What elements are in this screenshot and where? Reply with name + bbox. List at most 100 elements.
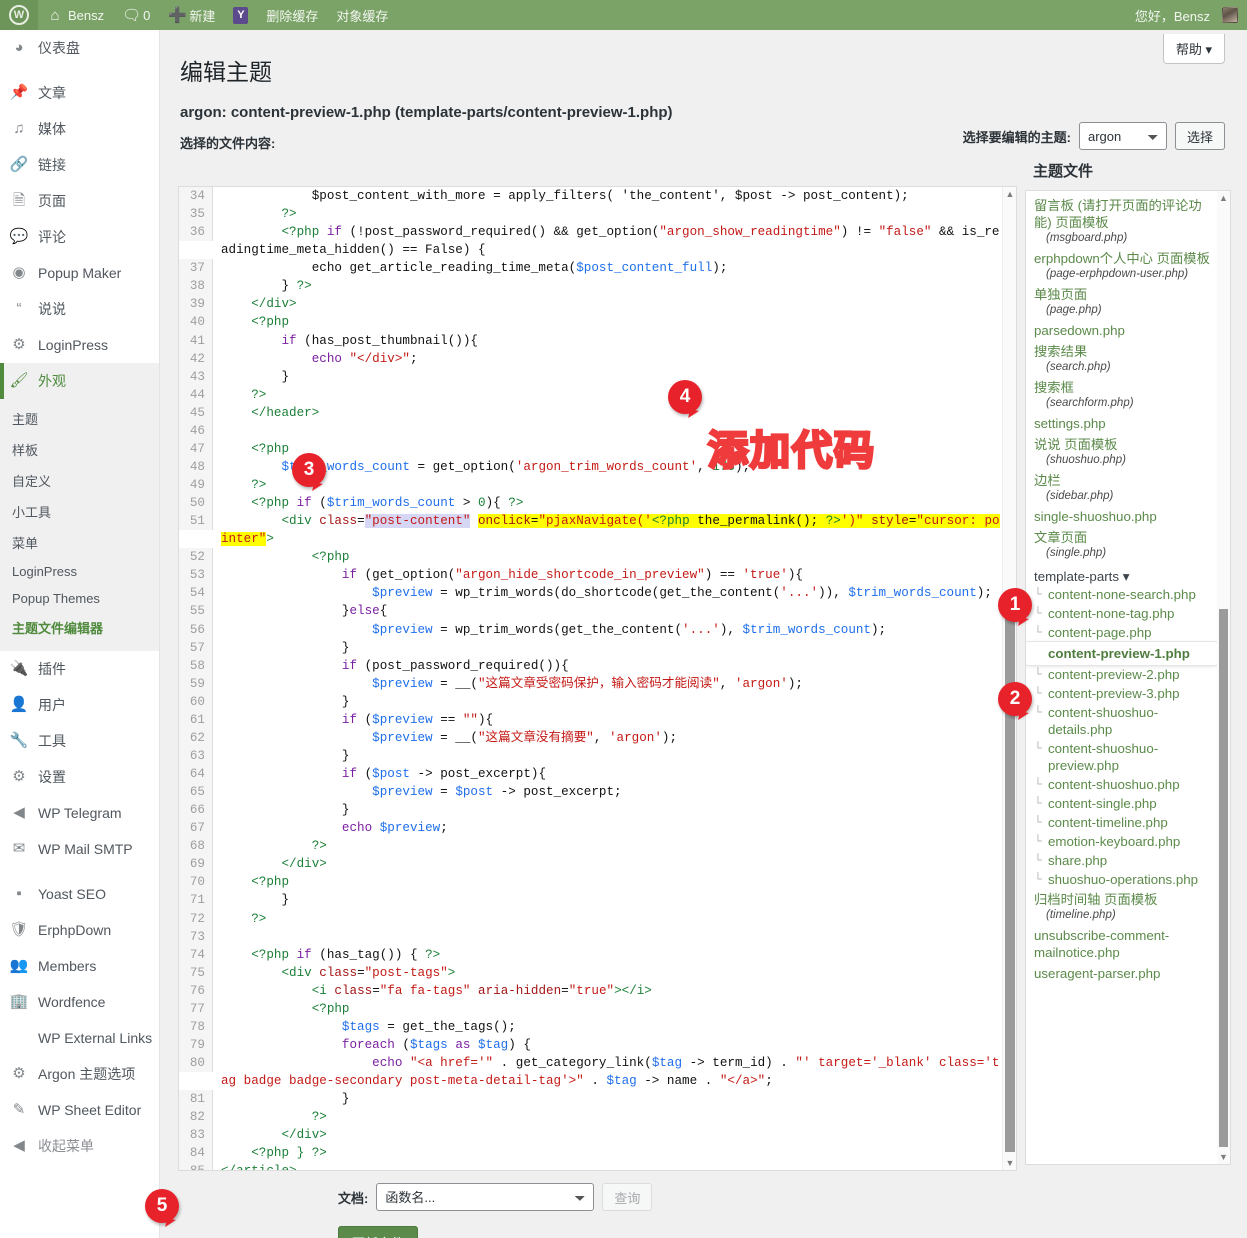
code-line-text[interactable]: ?> bbox=[213, 205, 1002, 223]
lookup-button[interactable]: 查询 bbox=[602, 1183, 652, 1211]
theme-file-name[interactable]: content-none-tag.php bbox=[1048, 605, 1174, 622]
sidebar-item-erphpdown[interactable]: 🛡 ErphpDown bbox=[0, 912, 159, 948]
theme-file-entry[interactable]: 单独页面(page.php) bbox=[1026, 284, 1217, 320]
sidebar-item-wp-sheet-editor[interactable]: ✎ WP Sheet Editor bbox=[0, 1092, 159, 1128]
new-content-menu[interactable]: ➕ 新建 bbox=[159, 0, 224, 30]
sidebar-item-links[interactable]: 🔗 链接 bbox=[0, 147, 159, 183]
my-account-menu[interactable]: 您好，Bensz bbox=[1126, 0, 1247, 30]
theme-file-name[interactable]: content-preview-1.php bbox=[1048, 645, 1190, 662]
update-file-button[interactable]: 更新文件 bbox=[338, 1226, 418, 1238]
code-line-text[interactable]: if (get_option("argon_hide_shortcode_in_… bbox=[213, 566, 1002, 584]
sidebar-item-argon-theme-options[interactable]: ⚙ Argon 主题选项 bbox=[0, 1056, 159, 1092]
theme-file-name[interactable]: settings.php bbox=[1034, 415, 1211, 432]
sidebar-item-yoast-seo[interactable]: ▪ Yoast SEO bbox=[0, 876, 159, 912]
theme-file-name[interactable]: content-timeline.php bbox=[1048, 814, 1168, 831]
sidebar-item-plugins[interactable]: 🔌 插件 bbox=[0, 651, 159, 687]
sidebar-item-pages[interactable]: 🗎 页面 bbox=[0, 183, 159, 219]
yoast-seo-menu[interactable]: Y bbox=[224, 0, 257, 30]
theme-file-child[interactable]: └content-none-tag.php bbox=[1026, 604, 1217, 623]
sidebar-item-popup-maker[interactable]: ◉ Popup Maker bbox=[0, 255, 159, 291]
code-line-text[interactable]: $preview = __("这篇文章受密码保护，输入密码才能阅读", 'arg… bbox=[213, 675, 1002, 693]
theme-file-child[interactable]: └content-page.php bbox=[1026, 623, 1217, 642]
help-tab-button[interactable]: 帮助 ▾ bbox=[1163, 34, 1225, 64]
code-line-text[interactable]: ?> bbox=[213, 1108, 1002, 1126]
theme-file-name[interactable]: 留言板 (请打开页面的评论功能) 页面模板 bbox=[1034, 197, 1211, 231]
code-line-text[interactable]: }else{ bbox=[213, 602, 1002, 620]
theme-file-child[interactable]: └share.php bbox=[1026, 851, 1217, 870]
sidebar-item-tools[interactable]: 🔧 工具 bbox=[0, 723, 159, 759]
theme-file-entry[interactable]: 边栏(sidebar.php) bbox=[1026, 470, 1217, 506]
scroll-down-arrow-icon[interactable]: ▼ bbox=[1003, 1156, 1017, 1170]
theme-file-child[interactable]: └content-none-search.php bbox=[1026, 585, 1217, 604]
wp-logo-menu[interactable] bbox=[0, 0, 38, 30]
collapse-menu-button[interactable]: ◀ 收起菜单 bbox=[0, 1128, 159, 1164]
theme-file-child[interactable]: └content-shuoshuo.php bbox=[1026, 775, 1217, 794]
code-line-text[interactable]: echo get_article_reading_time_meta($post… bbox=[213, 259, 1002, 277]
theme-file-name[interactable]: content-none-search.php bbox=[1048, 586, 1196, 603]
sidebar-item-comments[interactable]: 💬 评论 bbox=[0, 219, 159, 255]
theme-file-entry[interactable]: 搜索框(searchform.php) bbox=[1026, 377, 1217, 413]
theme-file-name[interactable]: content-shuoshuo-details.php bbox=[1048, 704, 1211, 738]
theme-file-name[interactable]: single-shuoshuo.php bbox=[1034, 508, 1211, 525]
theme-file-name[interactable]: content-page.php bbox=[1048, 624, 1152, 641]
site-name-menu[interactable]: ⌂ Bensz bbox=[38, 0, 113, 30]
scroll-up-arrow-icon[interactable]: ▲ bbox=[1003, 187, 1017, 201]
code-line-text[interactable]: </header> bbox=[213, 404, 1002, 422]
code-line-text[interactable]: <div class="post-tags"> bbox=[213, 964, 1002, 982]
code-line-text[interactable] bbox=[213, 422, 1002, 440]
theme-file-entry[interactable]: single-shuoshuo.php bbox=[1026, 506, 1217, 527]
code-line-text[interactable]: } bbox=[213, 801, 1002, 819]
code-line-text[interactable]: <?php if (!post_password_required() && g… bbox=[213, 223, 1002, 259]
theme-file-entry[interactable]: settings.php bbox=[1026, 413, 1217, 434]
submenu-item-patterns[interactable]: 样板 bbox=[0, 434, 159, 465]
theme-file-name[interactable]: content-preview-2.php bbox=[1048, 666, 1180, 683]
code-line-text[interactable]: <div class="post-content" onclick="pjaxN… bbox=[213, 512, 1002, 548]
sidebar-item-wp-mail-smtp[interactable]: ✉ WP Mail SMTP bbox=[0, 831, 159, 867]
code-line-text[interactable]: $preview = $post -> post_excerpt; bbox=[213, 783, 1002, 801]
theme-file-child[interactable]: └content-shuoshuo-details.php bbox=[1026, 703, 1217, 739]
submenu-item-menus[interactable]: 菜单 bbox=[0, 527, 159, 558]
code-line-text[interactable]: if (post_password_required()){ bbox=[213, 657, 1002, 675]
theme-file-name[interactable]: erphpdown个人中心 页面模板 bbox=[1034, 250, 1211, 267]
submenu-item-themes[interactable]: 主题 bbox=[0, 403, 159, 434]
code-line-text[interactable]: $post_content_with_more = apply_filters(… bbox=[213, 187, 1002, 205]
theme-file-name[interactable]: content-shuoshuo-preview.php bbox=[1048, 740, 1211, 774]
sidebar-item-wordfence[interactable]: 🏢 Wordfence bbox=[0, 984, 159, 1020]
submenu-item-theme-file-editor[interactable]: 主题文件编辑器 bbox=[0, 612, 159, 643]
theme-files-scrollbar-thumb[interactable] bbox=[1219, 609, 1228, 1147]
theme-file-entry[interactable]: parsedown.php bbox=[1026, 320, 1217, 341]
code-line-text[interactable]: foreach ($tags as $tag) { bbox=[213, 1036, 1002, 1054]
sidebar-item-posts[interactable]: 📌 文章 bbox=[0, 75, 159, 111]
theme-file-entry[interactable]: 留言板 (请打开页面的评论功能) 页面模板(msgboard.php) bbox=[1026, 195, 1217, 248]
purge-cache-button[interactable]: 删除缓存 bbox=[257, 0, 327, 30]
theme-file-name[interactable]: content-single.php bbox=[1048, 795, 1157, 812]
code-line-text[interactable]: } bbox=[213, 368, 1002, 386]
theme-file-entry[interactable]: 说说 页面模板(shuoshuo.php) bbox=[1026, 434, 1217, 470]
code-line-text[interactable]: </div> bbox=[213, 855, 1002, 873]
theme-file-entry[interactable]: 归档时间轴 页面模板(timeline.php) bbox=[1026, 889, 1217, 925]
object-cache-button[interactable]: 对象缓存 bbox=[327, 0, 397, 30]
theme-file-name[interactable]: 搜索结果 bbox=[1034, 343, 1211, 360]
submenu-item-loginpress[interactable]: LoginPress bbox=[0, 558, 159, 585]
theme-file-child[interactable]: └content-timeline.php bbox=[1026, 813, 1217, 832]
theme-file-name[interactable]: parsedown.php bbox=[1034, 322, 1211, 339]
theme-file-entry[interactable]: unsubscribe-comment-mailnotice.php bbox=[1026, 925, 1217, 963]
code-line-text[interactable]: $tags = get_the_tags(); bbox=[213, 1018, 1002, 1036]
sidebar-item-dashboard[interactable]: ◕ 仪表盘 bbox=[0, 30, 159, 66]
theme-file-entry[interactable]: useragent-parser.php bbox=[1026, 963, 1217, 984]
code-line-text[interactable]: echo "</div>"; bbox=[213, 350, 1002, 368]
theme-file-entry[interactable]: 搜索结果(search.php) bbox=[1026, 341, 1217, 377]
theme-file-child-selected[interactable]: content-preview-1.php bbox=[1026, 642, 1217, 665]
scroll-up-arrow-icon[interactable]: ▲ bbox=[1217, 191, 1230, 205]
theme-file-child[interactable]: └emotion-keyboard.php bbox=[1026, 832, 1217, 851]
code-line-text[interactable]: echo "<a href='" . get_category_link($ta… bbox=[213, 1054, 1002, 1090]
code-line-text[interactable]: <i class="fa fa-tags" aria-hidden="true"… bbox=[213, 982, 1002, 1000]
theme-file-name[interactable]: unsubscribe-comment-mailnotice.php bbox=[1034, 927, 1211, 961]
code-line-text[interactable]: if ($post -> post_excerpt){ bbox=[213, 765, 1002, 783]
code-line-text[interactable]: </div> bbox=[213, 295, 1002, 313]
theme-files-scrollbar[interactable]: ▲ ▼ bbox=[1217, 191, 1230, 1164]
code-editor[interactable]: 34 $post_content_with_more = apply_filte… bbox=[178, 186, 1017, 1171]
theme-folder-template-parts[interactable]: template-parts ▾ bbox=[1026, 563, 1217, 585]
theme-file-name[interactable]: useragent-parser.php bbox=[1034, 965, 1211, 982]
code-line-text[interactable]: <?php bbox=[213, 548, 1002, 566]
